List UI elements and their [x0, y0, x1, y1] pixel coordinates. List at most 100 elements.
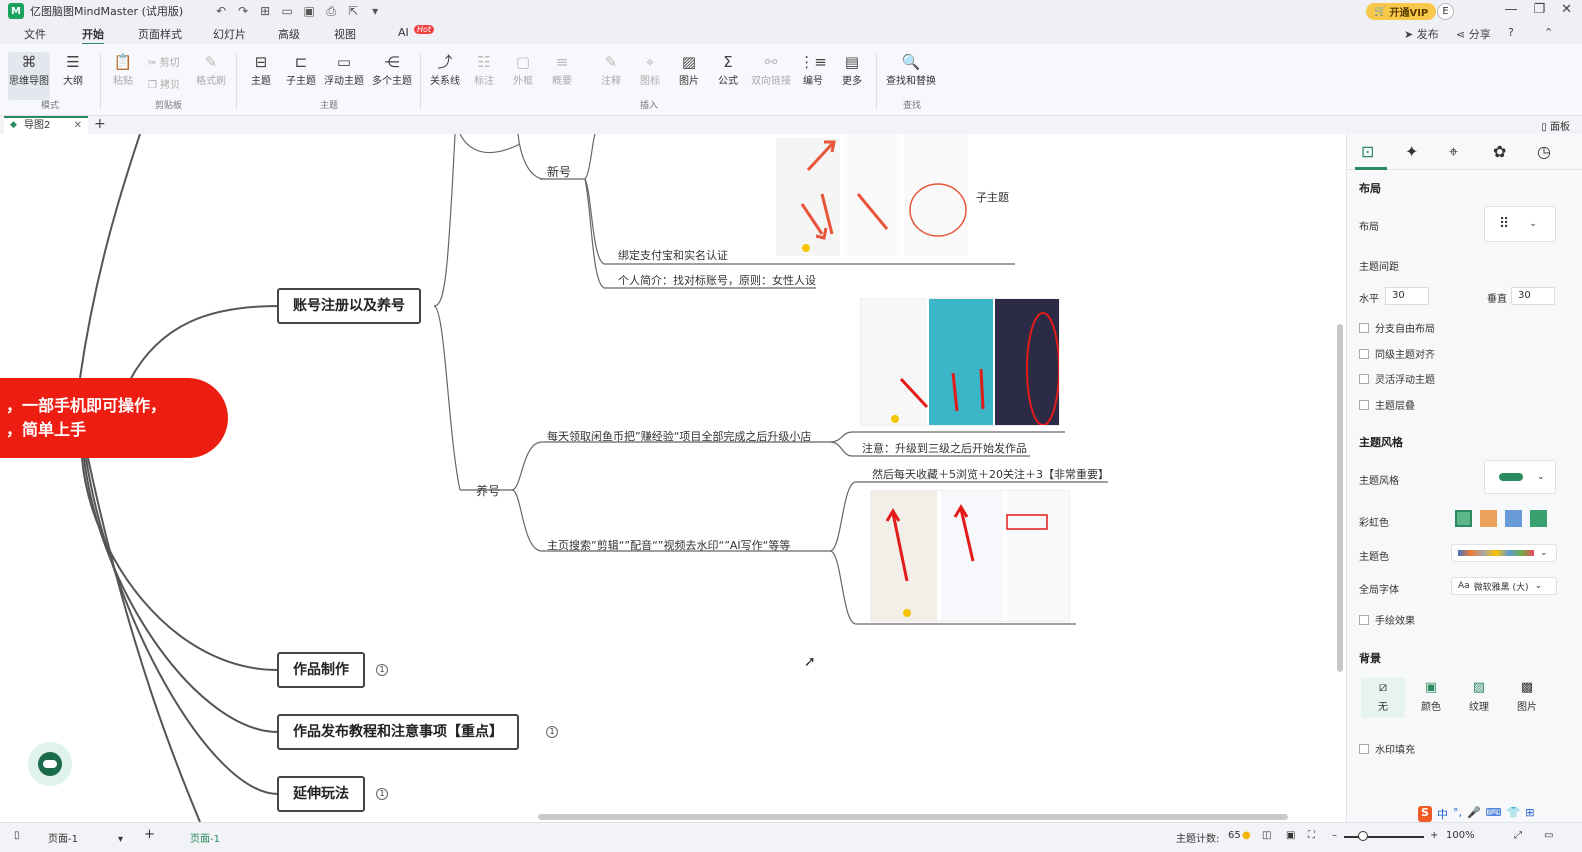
add-page-icon[interactable]: + [144, 827, 155, 842]
fullscreen-icon[interactable]: ⤢ [1514, 830, 1522, 841]
format-painter-button[interactable]: ✎ 格式刷 [190, 52, 232, 87]
collapse-ribbon-icon[interactable]: ⌃ [1544, 26, 1553, 39]
open-folder-icon[interactable]: ▭ [279, 4, 295, 19]
presentation-icon[interactable]: ▭ [1544, 830, 1553, 841]
theme-color-dropdown[interactable]: ⌄ [1451, 544, 1557, 562]
screenshot-image[interactable] [860, 298, 1060, 426]
horizontal-scrollbar[interactable] [538, 814, 1288, 820]
new-icon[interactable]: ⊞ [257, 4, 273, 19]
icon-button[interactable]: ⌖ 图标 [629, 52, 671, 87]
collapse-toggle[interactable]: 1 [376, 664, 388, 676]
vertical-scrollbar[interactable] [1337, 324, 1343, 672]
skin-icon[interactable]: 👕 [1507, 806, 1521, 822]
rainbow-option-icon[interactable] [1530, 510, 1547, 527]
panel-toggle-button[interactable]: ▯ 面板 [1541, 118, 1570, 133]
gear-tab-icon[interactable]: ✿ [1493, 142, 1506, 161]
numbering-button[interactable]: ⋮≡ 编号 [792, 52, 834, 87]
menu-home[interactable]: 开始 [82, 26, 104, 45]
bg-image-button[interactable]: ▩ 图片 [1505, 678, 1549, 718]
hand-drawn-checkbox[interactable]: 手绘效果 [1359, 612, 1415, 627]
leaf-bind-alipay[interactable]: 绑定支付宝和实名认证 [618, 247, 728, 263]
export-icon[interactable]: ⇱ [345, 4, 361, 19]
publish-button[interactable]: ➤ 发布 [1404, 26, 1439, 42]
topic-overlap-checkbox[interactable]: 主题层叠 [1359, 397, 1415, 412]
subtopic-button[interactable]: ⊏ 子主题 [280, 52, 322, 87]
cut-button[interactable]: ✂ 剪切 [148, 54, 180, 69]
rainbow-option-icon[interactable] [1455, 510, 1472, 527]
punctuation-icon[interactable]: °, [1453, 806, 1462, 822]
menu-page-style[interactable]: 页面样式 [138, 26, 182, 42]
collapse-toggle[interactable]: 1 [546, 726, 558, 738]
leaf-search-keywords[interactable]: 主页搜索”剪辑“”配音“”视频去水印“”AI写作“等等 [547, 537, 790, 553]
root-topic[interactable]: ，一部手机即可操作， ，简单上手 [0, 378, 228, 458]
leaf-daily-actions[interactable]: 然后每天收藏＋5浏览＋20关注＋3【非常重要】 [872, 466, 1109, 482]
find-replace-button[interactable]: 🔍 查找和替换 [884, 52, 938, 87]
menu-advanced[interactable]: 高级 [278, 26, 300, 42]
watermark-checkbox[interactable]: 水印填充 [1359, 741, 1415, 756]
global-font-dropdown[interactable]: Aa 微软雅黑 (大) ⌄ [1451, 577, 1557, 595]
ai-assistant-button[interactable] [28, 742, 72, 786]
leaf-daily-tasks[interactable]: 每天领取闲鱼币把”赚经验“项目全部完成之后升级小店 [547, 428, 811, 444]
multiple-topics-button[interactable]: ⋲ 多个主题 [370, 52, 414, 87]
close-tab-icon[interactable]: ✕ [74, 118, 82, 133]
subtopic-nurture-account[interactable]: 养号 [476, 482, 500, 499]
sogou-logo-icon[interactable]: S [1418, 806, 1432, 822]
bg-none-button[interactable]: ⧄ 无 [1361, 678, 1405, 718]
align-siblings-checkbox[interactable]: 同级主题对齐 [1359, 346, 1435, 361]
image-button[interactable]: ▨ 图片 [668, 52, 710, 87]
subtopic-new-account[interactable]: 新号 [547, 163, 571, 180]
rainbow-option-icon[interactable] [1480, 510, 1497, 527]
bg-color-button[interactable]: ▣ 颜色 [1409, 678, 1453, 718]
add-tab-icon[interactable]: + [94, 116, 106, 132]
help-button[interactable]: ? [1508, 26, 1514, 39]
chevron-down-icon[interactable]: ▾ [367, 4, 383, 19]
outline-mode-button[interactable]: ☰ 大纲 [52, 52, 94, 87]
copy-button[interactable]: ❐ 拷贝 [148, 76, 180, 91]
mindmap-canvas[interactable]: ，一部手机即可操作， ，简单上手 账号注册以及养号 作品制作 1 作品发布教程和… [0, 134, 1346, 822]
formula-button[interactable]: Σ 公式 [707, 52, 749, 87]
relationship-button[interactable]: ⤴ 关系线 [424, 52, 466, 87]
minimize-icon[interactable]: — [1504, 2, 1517, 17]
save-icon[interactable]: ▣ [301, 4, 317, 19]
vertical-spacing-input[interactable]: 30 [1511, 287, 1555, 305]
location-tab-icon[interactable]: ⌖ [1449, 142, 1458, 162]
collapse-toggle[interactable]: 1 [376, 788, 388, 800]
free-layout-checkbox[interactable]: 分支自由布局 [1359, 320, 1435, 335]
screenshot-image[interactable] [772, 134, 972, 260]
print-icon[interactable]: ⎙ [323, 4, 339, 19]
share-button[interactable]: ⋖ 分享 [1456, 26, 1491, 42]
sidebar-toggle-icon[interactable]: ▯ [14, 830, 20, 841]
microphone-icon[interactable]: 🎤 [1467, 806, 1481, 822]
summary-button[interactable]: ≡ 概要 [541, 52, 583, 87]
bidirectional-link-button[interactable]: ⚯ 双向链接 [748, 52, 794, 87]
zoom-out-icon[interactable]: – [1332, 830, 1337, 841]
layout-dropdown[interactable]: ⠿ ⌄ [1484, 206, 1556, 242]
main-topic-account[interactable]: 账号注册以及养号 [277, 288, 421, 324]
main-topic-extension[interactable]: 延伸玩法 [277, 776, 365, 812]
document-tab[interactable]: ◆ 导图2 ✕ [4, 116, 88, 134]
zoom-slider[interactable] [1344, 836, 1424, 838]
menu-slides[interactable]: 幻灯片 [213, 26, 246, 42]
leaf-upgrade-note[interactable]: 注意：升级到三级之后开始发作品 [862, 440, 1027, 456]
toolbox-icon[interactable]: ⊞ [1525, 806, 1534, 822]
close-icon[interactable]: ✕ [1561, 2, 1572, 17]
zoom-slider-handle[interactable] [1358, 831, 1368, 841]
callout-button[interactable]: ☷ 标注 [463, 52, 505, 87]
flexible-floating-checkbox[interactable]: 灵活浮动主题 [1359, 371, 1435, 386]
topic-button[interactable]: ⊟ 主题 [240, 52, 282, 87]
layout-tab-icon[interactable]: ⊡ [1361, 142, 1374, 161]
zoom-in-icon[interactable]: + [1430, 830, 1438, 841]
zoom-level[interactable]: 100% [1446, 830, 1475, 841]
redo-icon[interactable]: ↷ [235, 4, 251, 19]
screenshot-image[interactable] [870, 490, 1070, 622]
page-view-icon[interactable]: ▣ [1286, 830, 1295, 841]
mindmap-mode-button[interactable]: ⌘ 思维导图 [8, 52, 50, 100]
floating-topic-button[interactable]: ▭ 浮动主题 [322, 52, 366, 87]
theme-style-dropdown[interactable]: ⌄ [1484, 460, 1556, 494]
more-button[interactable]: ▤ 更多 [831, 52, 873, 87]
rainbow-option-icon[interactable] [1505, 510, 1522, 527]
undo-icon[interactable]: ↶ [213, 4, 229, 19]
avatar[interactable]: E [1437, 3, 1454, 20]
bg-texture-button[interactable]: ▨ 纹理 [1457, 678, 1501, 718]
book-view-icon[interactable]: ◫ [1262, 830, 1271, 841]
